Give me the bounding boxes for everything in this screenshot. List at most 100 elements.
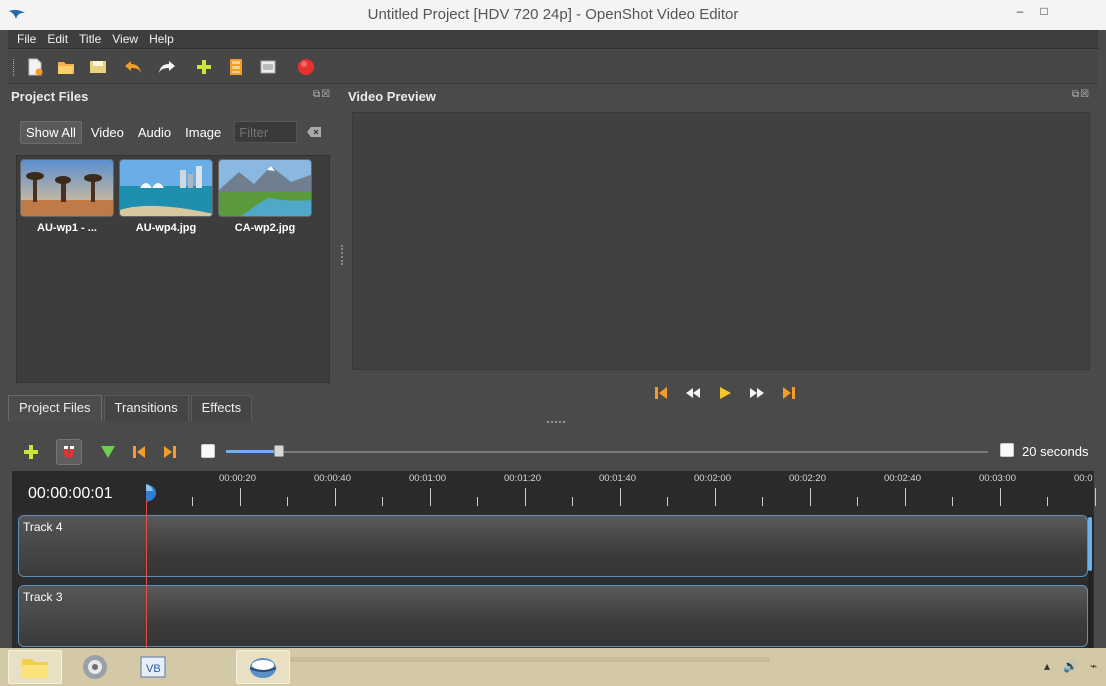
jump-start-icon[interactable]	[650, 383, 672, 403]
video-preview-dock-icons[interactable]: ⧉☒	[1072, 89, 1090, 100]
vb-editor-icon[interactable]: VB	[126, 650, 180, 684]
undo-icon[interactable]	[123, 57, 143, 77]
ruler-label: 00:01:40	[599, 473, 636, 484]
next-marker-icon[interactable]	[157, 439, 183, 465]
tab-project-files[interactable]: Project Files	[8, 395, 102, 421]
track-name: Track 3	[23, 590, 63, 604]
ruler-label: 00:00:20	[219, 473, 256, 484]
menu-edit[interactable]: Edit	[47, 32, 68, 46]
track-name: Track 4	[23, 520, 63, 534]
timeline-scrollbar-thumb[interactable]	[1088, 517, 1092, 571]
ruler-tick	[524, 488, 526, 506]
minimize-button[interactable]: –	[1010, 4, 1030, 22]
clear-filter-icon[interactable]	[307, 127, 322, 137]
video-preview-screen[interactable]	[352, 112, 1090, 370]
ruler-tick	[619, 488, 621, 506]
tab-transitions[interactable]: Transitions	[103, 395, 189, 421]
zoom-checkbox-left[interactable]	[201, 444, 215, 458]
file-thumbnail	[218, 159, 312, 217]
playback-controls	[650, 383, 810, 405]
file-filter-bar: Show All Video Audio Image	[20, 120, 322, 144]
jump-end-icon[interactable]	[778, 383, 800, 403]
video-preview-header: Video Preview	[348, 89, 436, 104]
float-panel-icon[interactable]: ⧉	[1072, 89, 1080, 100]
filter-image[interactable]: Image	[180, 122, 226, 143]
horizontal-splitter-handle[interactable]	[547, 421, 565, 424]
ruler-tick	[857, 497, 858, 506]
network-icon[interactable]: ⌁	[1090, 659, 1097, 673]
track-header[interactable]: Track 3	[19, 586, 147, 646]
zoom-slider-fill	[226, 450, 278, 453]
import-files-icon[interactable]	[194, 57, 214, 77]
ruler-tick	[239, 488, 241, 506]
play-icon[interactable]	[714, 383, 736, 403]
filter-input[interactable]	[234, 121, 298, 143]
ruler-tick	[667, 497, 668, 506]
ruler-tick	[714, 488, 716, 506]
add-marker-icon[interactable]	[95, 439, 121, 465]
ruler-tick	[477, 497, 478, 506]
profile-icon[interactable]	[226, 57, 246, 77]
filter-audio[interactable]: Audio	[133, 122, 176, 143]
track-header[interactable]: Track 4	[19, 516, 147, 576]
new-project-icon[interactable]	[25, 57, 45, 77]
ruler-tick	[762, 497, 763, 506]
project-files-header: Project Files	[11, 89, 89, 104]
add-track-icon[interactable]	[18, 439, 44, 465]
open-project-icon[interactable]	[56, 57, 76, 77]
taskbar: VB	[0, 648, 1106, 686]
ruler-tick	[382, 497, 383, 506]
ruler-label: 00:02:00	[694, 473, 731, 484]
main-toolbar	[8, 50, 1098, 84]
ruler-label: 00:0	[1074, 473, 1093, 484]
menu-title[interactable]: Title	[79, 32, 101, 46]
dock-tabs: Project Files Transitions Effects	[8, 395, 254, 421]
fullscreen-icon[interactable]	[258, 57, 278, 77]
menu-help[interactable]: Help	[149, 32, 174, 46]
zoom-slider-track[interactable]	[226, 451, 988, 453]
vertical-splitter-handle[interactable]	[341, 245, 343, 265]
filter-video[interactable]: Video	[86, 122, 129, 143]
redo-icon[interactable]	[157, 57, 177, 77]
ruler-tick	[572, 497, 573, 506]
current-timecode: 00:00:00:01	[28, 485, 113, 502]
ruler-label: 00:01:20	[504, 473, 541, 484]
zoom-slider-handle[interactable]	[274, 445, 284, 457]
ruler-label: 00:02:20	[789, 473, 826, 484]
playhead-line[interactable]	[146, 500, 147, 650]
menu-view[interactable]: View	[112, 32, 138, 46]
float-panel-icon[interactable]: ⧉	[313, 89, 321, 100]
export-video-icon[interactable]	[296, 57, 316, 77]
track-row[interactable]: Track 3	[18, 585, 1088, 647]
filter-show-all[interactable]: Show All	[20, 120, 82, 144]
ruler-tick	[192, 497, 193, 506]
title-bar: Untitled Project [HDV 720 24p] - OpenSho…	[0, 0, 1106, 30]
menu-file[interactable]: File	[17, 32, 36, 46]
previous-marker-icon[interactable]	[126, 439, 152, 465]
track-row[interactable]: Track 4	[18, 515, 1088, 577]
file-item[interactable]: AU-wp4.jpg	[119, 159, 213, 234]
toolbar-grip[interactable]	[13, 59, 16, 76]
ruler-tick	[904, 488, 906, 506]
file-item[interactable]: CA-wp2.jpg	[218, 159, 312, 234]
project-files-list[interactable]: AU-wp1 - ... AU-wp4.jpg CA-wp2.jpg	[16, 155, 330, 383]
rewind-icon[interactable]	[682, 383, 704, 403]
taskbar-scroll-track	[290, 657, 770, 662]
tray-expand-icon[interactable]: ▴	[1044, 659, 1050, 673]
ruler-tick	[952, 497, 953, 506]
zoom-checkbox-right[interactable]	[1000, 443, 1014, 457]
close-panel-icon[interactable]: ☒	[1080, 89, 1090, 100]
tab-effects[interactable]: Effects	[190, 395, 253, 421]
fast-forward-icon[interactable]	[746, 383, 768, 403]
close-panel-icon[interactable]: ☒	[321, 89, 331, 100]
file-item[interactable]: AU-wp1 - ...	[20, 159, 114, 234]
project-files-dock-icons[interactable]: ⧉☒	[313, 89, 331, 100]
openshot-taskbar-icon[interactable]	[236, 650, 290, 684]
save-project-icon[interactable]	[88, 57, 108, 77]
maximize-button[interactable]: □	[1034, 4, 1054, 22]
volume-icon[interactable]: 🔊	[1063, 659, 1078, 673]
file-explorer-icon[interactable]	[8, 650, 62, 684]
timeline-ruler[interactable]: 00:00:00:01 00:00:20 00:00:40 00:01:00 0…	[12, 471, 1096, 513]
app-swirl-icon[interactable]	[68, 650, 122, 684]
snap-magnet-icon[interactable]	[56, 439, 82, 465]
